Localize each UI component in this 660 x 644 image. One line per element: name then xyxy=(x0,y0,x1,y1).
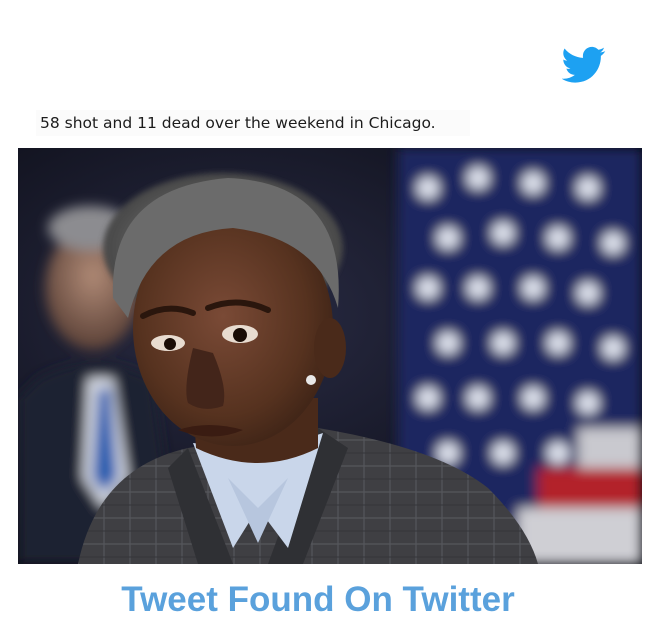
twitter-bird-icon[interactable] xyxy=(561,46,606,84)
tweet-photo[interactable] xyxy=(18,148,642,564)
caption-text: Tweet Found On Twitter xyxy=(121,580,515,619)
tweet-text: 58 shot and 11 dead over the weekend in … xyxy=(36,110,470,136)
